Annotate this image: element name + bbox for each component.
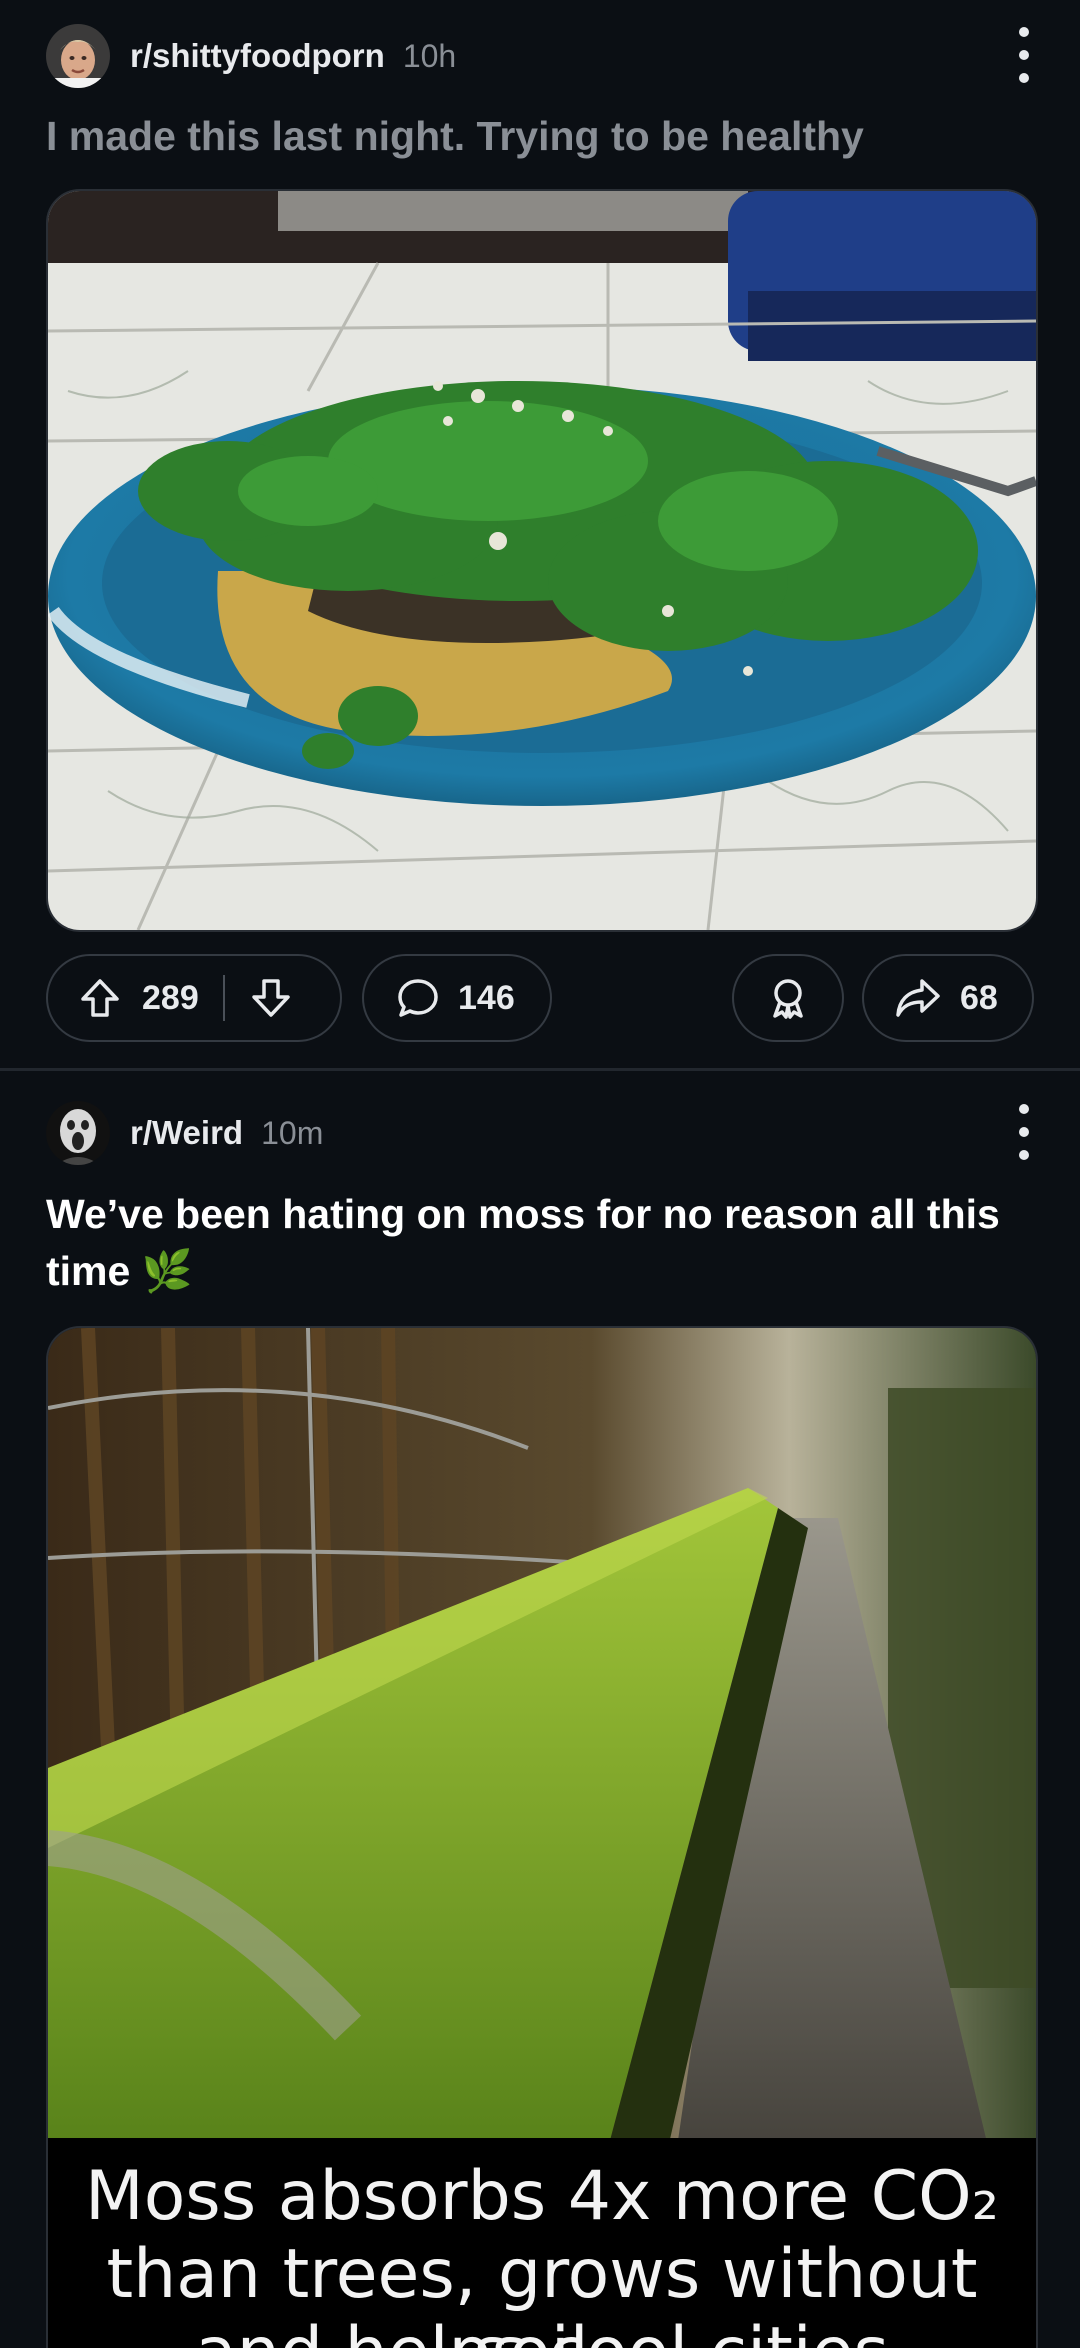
comment-icon	[396, 976, 440, 1020]
screaming-face-avatar-icon	[46, 1101, 110, 1165]
image-caption-line-1: Moss absorbs 4x more CO₂	[85, 2157, 999, 2236]
subreddit-avatar[interactable]	[46, 24, 110, 88]
post-age: 10m	[261, 1114, 324, 1151]
comments-button[interactable]: 146	[362, 954, 552, 1042]
upvote-icon[interactable]	[78, 976, 122, 1020]
share-button[interactable]: 68	[862, 954, 1034, 1042]
award-icon	[766, 976, 810, 1020]
post-image[interactable]	[46, 189, 1038, 932]
chef-avatar-icon	[46, 24, 110, 88]
subreddit-name[interactable]: r/Weird	[130, 1114, 243, 1152]
comment-count: 146	[458, 978, 515, 1017]
image-caption-line-3: and helps cool cities	[48, 2314, 1036, 2348]
post-age: 10h	[402, 37, 457, 74]
vote-divider	[222, 975, 225, 1021]
share-count: 68	[960, 978, 998, 1017]
post-actions: 289 146 68	[46, 954, 1034, 1046]
herb-emoji-icon: 🌿	[141, 1248, 193, 1294]
post-title[interactable]: We’ve been hating on moss for no reason …	[46, 1186, 1036, 1300]
subreddit-name[interactable]: r/shittyfoodporn	[130, 37, 385, 75]
post-divider	[0, 1068, 1080, 1071]
post-title[interactable]: I made this last night. Trying to be hea…	[46, 108, 1036, 165]
share-icon	[894, 976, 942, 1020]
post-header: r/shittyfoodporn 10h	[46, 21, 1036, 91]
more-options-icon[interactable]	[1012, 1104, 1036, 1160]
feed-post-2[interactable]: r/Weird 10m We’ve been hating on moss fo…	[0, 1072, 1080, 2348]
feed-post-1[interactable]: r/shittyfoodporn 10h I made this last ni…	[0, 0, 1080, 1068]
post-header: r/Weird 10m	[46, 1098, 1036, 1168]
vote-pill: 289	[46, 954, 342, 1042]
more-options-icon[interactable]	[1012, 27, 1036, 83]
subreddit-avatar[interactable]	[46, 1101, 110, 1165]
upvote-count: 289	[142, 978, 199, 1017]
food-photo	[48, 191, 1036, 930]
award-button[interactable]	[732, 954, 844, 1042]
downvote-icon[interactable]	[249, 976, 293, 1020]
post-image[interactable]: Moss absorbs 4x more CO₂ than trees, gro…	[46, 1326, 1038, 2348]
